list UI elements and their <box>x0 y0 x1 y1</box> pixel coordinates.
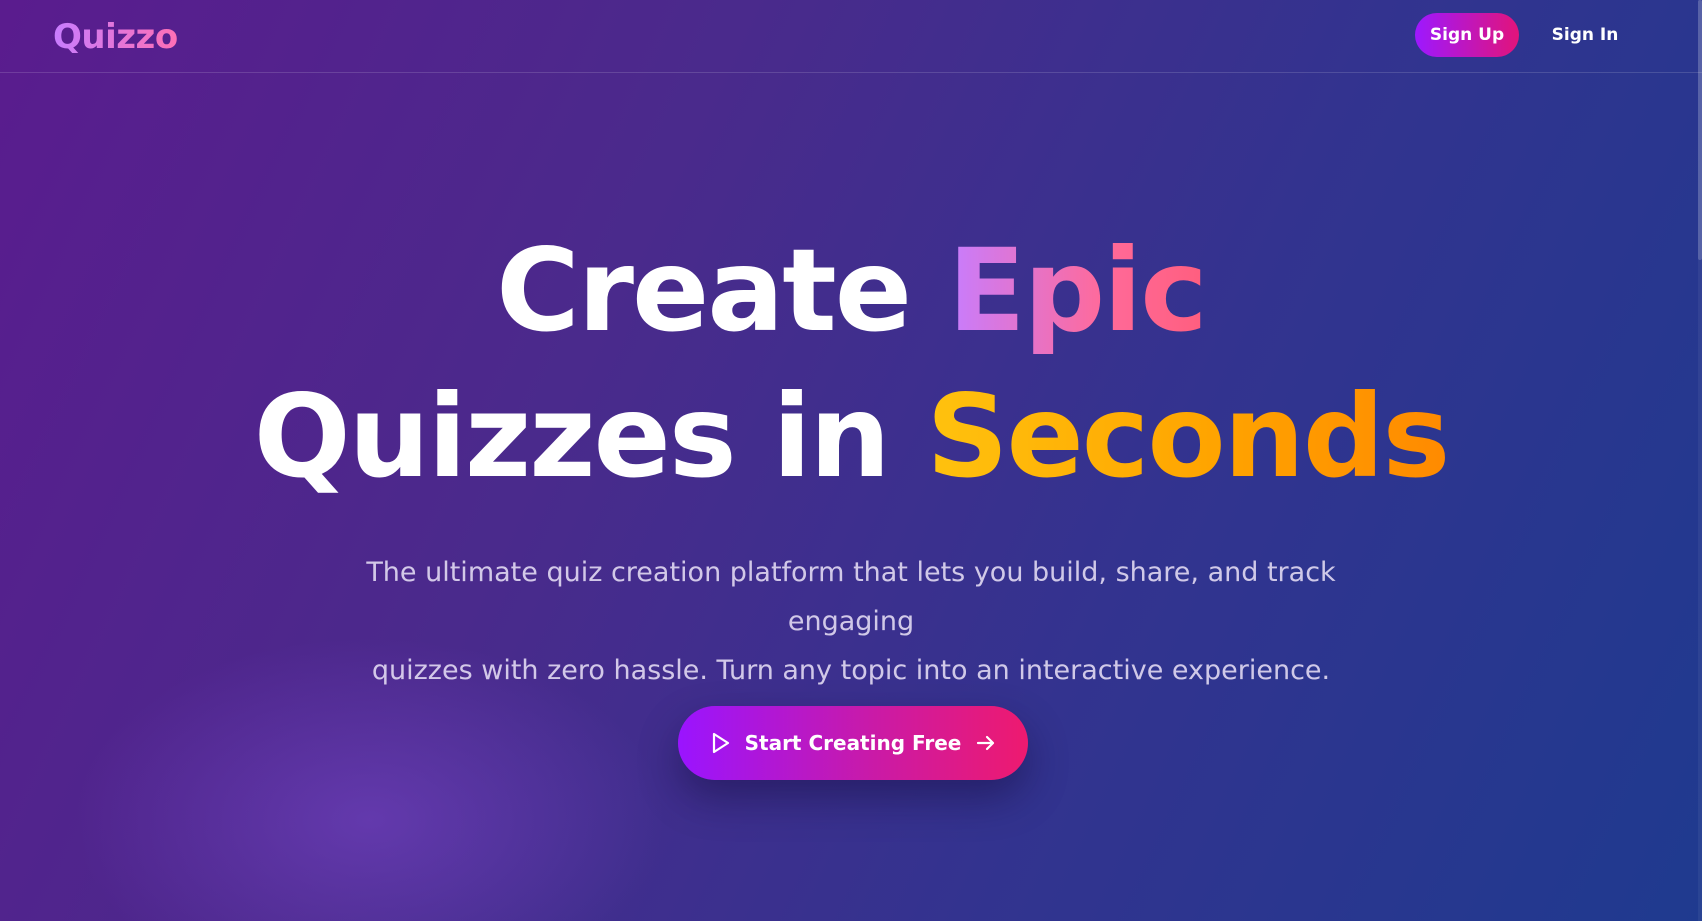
play-icon <box>709 731 731 755</box>
subtitle-line-1: The ultimate quiz creation platform that… <box>366 557 1336 637</box>
subtitle-line-2: quizzes with zero hassle. Turn any topic… <box>371 655 1331 686</box>
headline-seconds: Seconds <box>926 370 1450 503</box>
headline-create: Create <box>496 224 912 357</box>
cta-label: Start Creating Free <box>744 731 962 755</box>
start-creating-free-button[interactable]: Start Creating Free <box>678 706 1028 780</box>
sign-in-button[interactable]: Sign In <box>1540 13 1630 57</box>
logo[interactable]: Quizzo <box>53 17 178 57</box>
headline-quizzes-in: Quizzes in <box>253 370 891 503</box>
arrow-right-icon <box>975 732 997 754</box>
headline-line-1: Create Epic <box>0 221 1702 361</box>
top-nav: Quizzo Sign Up Sign In <box>0 0 1702 73</box>
hero-section: Create Epic Quizzes in Seconds The ultim… <box>0 73 1702 921</box>
headline-epic: Epic <box>947 224 1208 357</box>
hero-subtitle: The ultimate quiz creation platform that… <box>301 548 1401 695</box>
headline-line-2: Quizzes in Seconds <box>0 367 1702 507</box>
sign-up-button[interactable]: Sign Up <box>1415 13 1519 57</box>
